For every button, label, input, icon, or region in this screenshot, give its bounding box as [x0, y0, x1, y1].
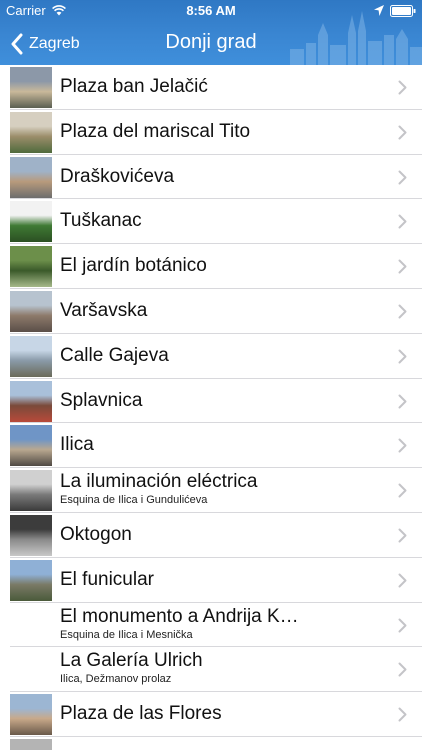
chevron-right-icon	[398, 259, 407, 274]
place-thumbnail	[10, 380, 52, 422]
place-thumbnail	[10, 559, 52, 601]
list-item-title: Calle Gajeva	[60, 344, 169, 366]
chevron-right-icon	[398, 125, 407, 140]
list-item[interactable]: Tuškanac	[0, 199, 422, 245]
list-item[interactable]: Plaza del mariscal Tito	[0, 109, 422, 155]
list-item[interactable]: Draškovićeva	[0, 154, 422, 200]
list-item-title: El monumento a Andrija K…	[60, 605, 299, 627]
places-list[interactable]: Plaza ban Jelačić Plaza del mariscal Tito…	[0, 65, 422, 750]
list-item-title: Splavnica	[60, 389, 143, 411]
chevron-right-icon	[398, 707, 407, 722]
list-item[interactable]: La iluminación eléctrica Esquina de Ilica…	[0, 468, 422, 513]
battery-icon	[390, 5, 416, 17]
place-thumbnail	[10, 156, 52, 198]
navigation-bar: Zagreb Donji grad	[0, 22, 422, 65]
list-item-title: El jardín botánico	[60, 255, 207, 277]
list-item-subtitle: Esquina de Ilica i Gundulićeva	[60, 494, 208, 507]
chevron-right-icon	[398, 304, 407, 319]
chevron-right-icon	[398, 214, 407, 229]
list-item-title: Oktogon	[60, 524, 132, 545]
list-item[interactable]: La Galería Ulrich Ilica, Dežmanov prolaz	[0, 647, 422, 693]
chevron-right-icon	[398, 438, 407, 453]
place-thumbnail	[10, 67, 52, 108]
list-item[interactable]: El monumento a Andrija K… Esquina de Ilic…	[0, 602, 422, 648]
list-item-title: Plaza de las Flores	[60, 703, 222, 725]
chevron-right-icon	[398, 349, 407, 364]
list-item[interactable]: Calle Preradovićeva	[0, 737, 422, 750]
list-item[interactable]: Plaza de las Flores	[0, 692, 422, 737]
list-item-title: Plaza ban Jelačić	[60, 76, 208, 97]
chevron-right-icon	[398, 618, 407, 633]
list-item-title: La Galería Ulrich	[60, 650, 203, 672]
list-item[interactable]: Calle Gajeva	[0, 333, 422, 379]
list-item-subtitle: Ilica, Dežmanov prolaz	[60, 673, 172, 686]
chevron-right-icon	[398, 528, 407, 543]
list-item[interactable]: Varšavska	[0, 289, 422, 334]
list-item-title: Plaza del mariscal Tito	[60, 120, 251, 142]
list-item-title: Varšavska	[60, 300, 148, 321]
list-item-title: Draškovićeva	[60, 165, 175, 187]
place-thumbnail	[10, 515, 52, 556]
status-bar: Carrier 8:56 AM	[0, 0, 422, 22]
location-icon	[374, 5, 384, 16]
list-item[interactable]: Plaza ban Jelačić	[0, 65, 422, 110]
list-item[interactable]: Ilica	[0, 423, 422, 469]
list-item[interactable]: Splavnica	[0, 378, 422, 424]
place-thumbnail	[10, 739, 52, 750]
chevron-right-icon	[398, 573, 407, 588]
place-thumbnail	[10, 425, 52, 467]
place-thumbnail	[10, 694, 52, 736]
chevron-right-icon	[398, 170, 407, 185]
place-thumbnail	[10, 291, 52, 332]
place-thumbnail	[10, 335, 52, 377]
list-item[interactable]: Oktogon	[0, 513, 422, 558]
chevron-right-icon	[398, 662, 407, 677]
place-thumbnail	[10, 111, 52, 153]
chevron-right-icon	[398, 80, 407, 95]
list-item-subtitle: Esquina de Ilica i Mesnička	[60, 628, 193, 641]
page-title: Donji grad	[165, 31, 257, 53]
place-thumbnail	[10, 201, 52, 243]
place-thumbnail	[10, 246, 52, 288]
list-item-title: Tuškanac	[60, 210, 142, 232]
status-time: 8:56 AM	[186, 3, 236, 18]
header: Carrier 8:56 AM Zagreb Donji grad	[0, 0, 422, 65]
list-item-title: La iluminación eléctrica	[60, 471, 258, 493]
list-item[interactable]: El jardín botánico	[0, 244, 422, 289]
chevron-right-icon	[398, 483, 407, 498]
place-thumbnail	[10, 470, 52, 512]
list-item[interactable]: El funicular	[0, 557, 422, 603]
list-item-title: El funicular	[60, 568, 154, 590]
chevron-right-icon	[398, 394, 407, 409]
list-item-title: Ilica	[60, 434, 94, 456]
